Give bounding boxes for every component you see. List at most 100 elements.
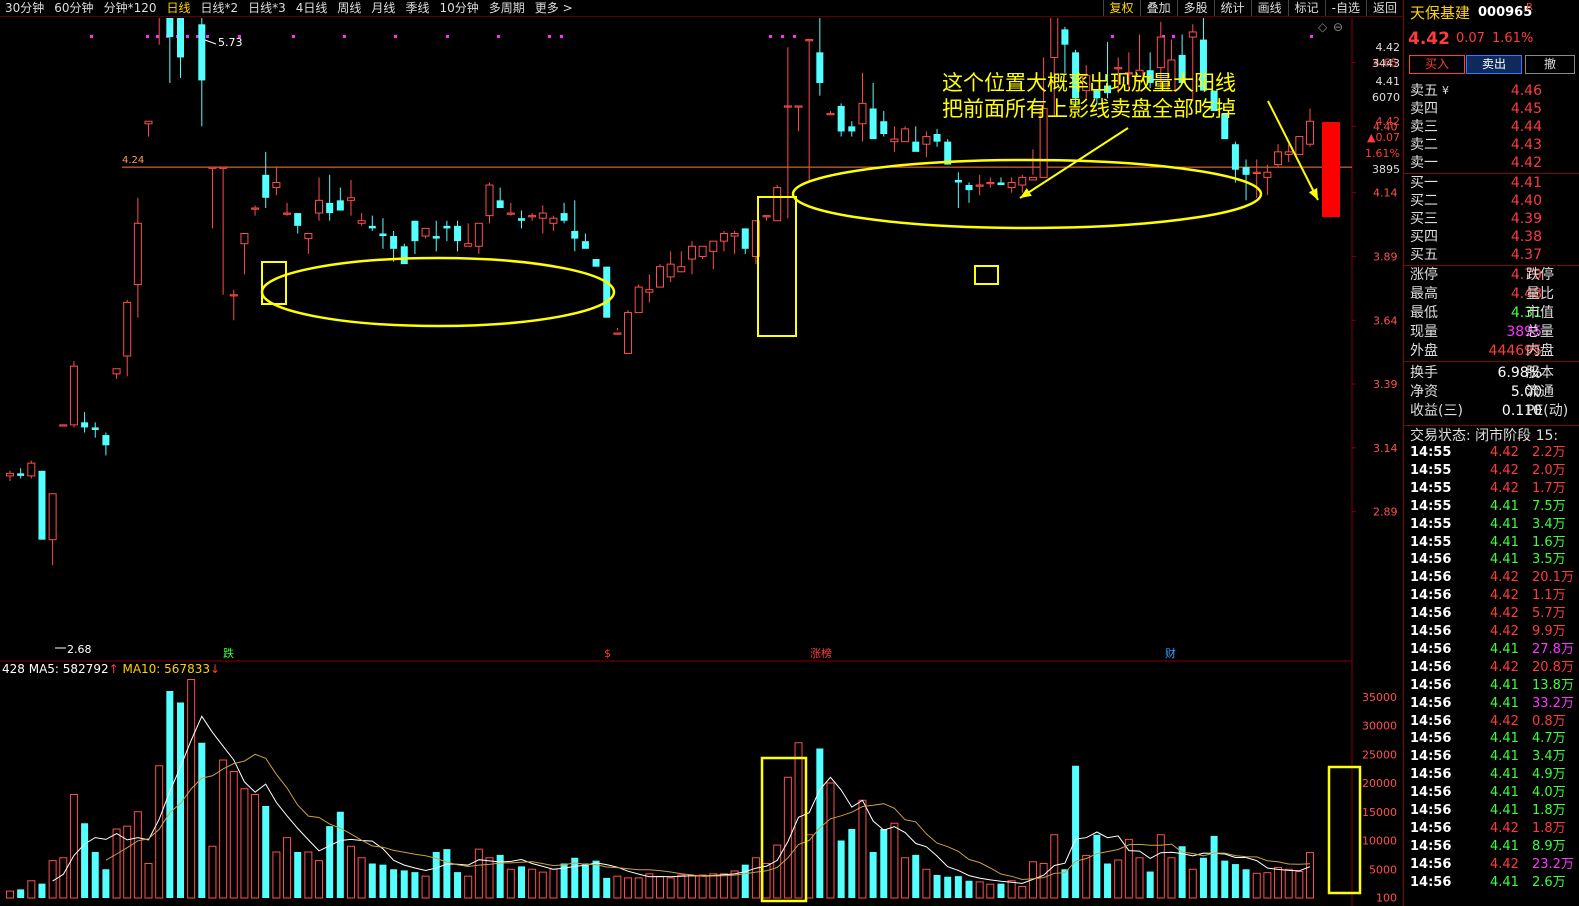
- candle[interactable]: [794, 105, 803, 132]
- volume-bar[interactable]: [773, 844, 782, 899]
- volume-bar[interactable]: [997, 883, 1005, 898]
- candle[interactable]: [368, 215, 376, 231]
- candle[interactable]: [517, 210, 525, 229]
- volume-bar[interactable]: [528, 868, 537, 899]
- volume-bar[interactable]: [1050, 834, 1059, 899]
- candle[interactable]: [965, 182, 973, 203]
- volume-bar[interactable]: [1210, 835, 1218, 898]
- candle[interactable]: [1018, 174, 1027, 193]
- candle[interactable]: [933, 128, 941, 147]
- volume-bar[interactable]: [1263, 872, 1272, 899]
- bid-row[interactable]: 买三 4.39: [1404, 210, 1579, 228]
- candle[interactable]: [805, 39, 814, 183]
- tool-button[interactable]: 画线: [1250, 0, 1288, 16]
- volume-bar[interactable]: [421, 875, 430, 899]
- candle[interactable]: [816, 18, 824, 96]
- candle[interactable]: [581, 233, 589, 249]
- volume-bar[interactable]: [112, 828, 121, 899]
- volume-bar[interactable]: [229, 771, 238, 899]
- volume-bar[interactable]: [294, 852, 302, 898]
- volume-bar[interactable]: [357, 857, 366, 899]
- kline-chart[interactable]: 4.974.245.732.68跌$涨榜财4.654.404.143.893.6…: [0, 18, 1403, 906]
- volume-highlight-box[interactable]: [1327, 765, 1362, 895]
- bid-row[interactable]: 买一 4.41: [1404, 174, 1579, 192]
- volume-bar[interactable]: [581, 863, 589, 899]
- volume-bar[interactable]: [719, 873, 728, 899]
- volume-bar[interactable]: [933, 875, 941, 898]
- candle[interactable]: [326, 174, 334, 221]
- candle[interactable]: [262, 151, 270, 208]
- volume-bar[interactable]: [262, 806, 270, 898]
- candle[interactable]: [592, 259, 600, 267]
- tool-button[interactable]: 复权: [1102, 0, 1140, 16]
- volume-bar[interactable]: [858, 799, 867, 899]
- candle[interactable]: [59, 424, 68, 427]
- candle[interactable]: [869, 82, 877, 140]
- period-tab[interactable]: 周线: [332, 0, 366, 16]
- volume-bar[interactable]: [762, 863, 771, 899]
- bid-row[interactable]: 买二 4.40: [1404, 192, 1579, 210]
- candle[interactable]: [17, 468, 25, 479]
- volume-bar[interactable]: [1072, 765, 1080, 898]
- candle[interactable]: [6, 470, 14, 481]
- candle[interactable]: [315, 177, 324, 221]
- volume-bar[interactable]: [390, 869, 398, 898]
- volume-bar[interactable]: [944, 876, 952, 898]
- candle[interactable]: [986, 177, 995, 188]
- volume-bar[interactable]: [1104, 863, 1112, 899]
- candle[interactable]: [123, 299, 132, 377]
- candle[interactable]: [528, 213, 537, 221]
- volume-bar[interactable]: [603, 877, 611, 898]
- tool-button[interactable]: 标记: [1287, 0, 1325, 16]
- candle[interactable]: [485, 182, 494, 224]
- candle[interactable]: [1061, 26, 1069, 73]
- candle[interactable]: [698, 245, 707, 260]
- candle[interactable]: [880, 111, 888, 137]
- candle[interactable]: [454, 220, 462, 252]
- volume-bar[interactable]: [69, 794, 78, 899]
- volume-bar[interactable]: [379, 864, 387, 898]
- volume-bar[interactable]: [411, 872, 419, 898]
- volume-bar[interactable]: [506, 868, 515, 899]
- volume-bar[interactable]: [1274, 867, 1283, 899]
- candle[interactable]: [198, 18, 206, 127]
- volume-bar[interactable]: [624, 877, 633, 899]
- candle[interactable]: [69, 361, 78, 428]
- volume-bar[interactable]: [666, 877, 675, 899]
- volume-bar[interactable]: [1039, 863, 1048, 899]
- ask-row[interactable]: 卖二 4.43: [1404, 136, 1579, 154]
- tool-button[interactable]: -自选: [1324, 0, 1366, 16]
- volume-bar[interactable]: [1167, 857, 1176, 899]
- candle[interactable]: [954, 172, 962, 208]
- period-tab[interactable]: 日线: [161, 0, 195, 16]
- volume-bar[interactable]: [1188, 868, 1197, 899]
- bid-row[interactable]: 买四 4.38: [1404, 228, 1579, 246]
- volume-bar[interactable]: [1114, 859, 1123, 899]
- volume-bar[interactable]: [1018, 886, 1027, 899]
- candle[interactable]: [156, 18, 163, 45]
- candle[interactable]: [912, 126, 920, 152]
- volume-bar[interactable]: [698, 874, 707, 899]
- volume-bar[interactable]: [1093, 834, 1101, 898]
- volume-bar[interactable]: [912, 854, 920, 898]
- candle[interactable]: [571, 200, 579, 252]
- candle[interactable]: [1231, 141, 1239, 183]
- candle[interactable]: [421, 227, 430, 239]
- candle[interactable]: [208, 166, 217, 229]
- volume-bar[interactable]: [741, 864, 749, 898]
- candle[interactable]: [1295, 136, 1304, 155]
- volume-bar[interactable]: [687, 875, 696, 899]
- volume-bar[interactable]: [1252, 872, 1261, 899]
- volume-bar[interactable]: [965, 880, 973, 898]
- volume-bar[interactable]: [102, 869, 110, 898]
- volume-bar[interactable]: [336, 811, 344, 898]
- candle[interactable]: [538, 205, 547, 234]
- candle[interactable]: [379, 218, 387, 249]
- ask-row[interactable]: 卖四 4.45: [1404, 100, 1579, 118]
- candle[interactable]: [464, 223, 473, 247]
- tool-button[interactable]: 多股: [1176, 0, 1214, 16]
- volume-bar[interactable]: [901, 857, 910, 899]
- bid-row[interactable]: 买五 4.37: [1404, 246, 1579, 264]
- candle[interactable]: [251, 205, 260, 216]
- period-tab[interactable]: 日线*2: [195, 0, 243, 16]
